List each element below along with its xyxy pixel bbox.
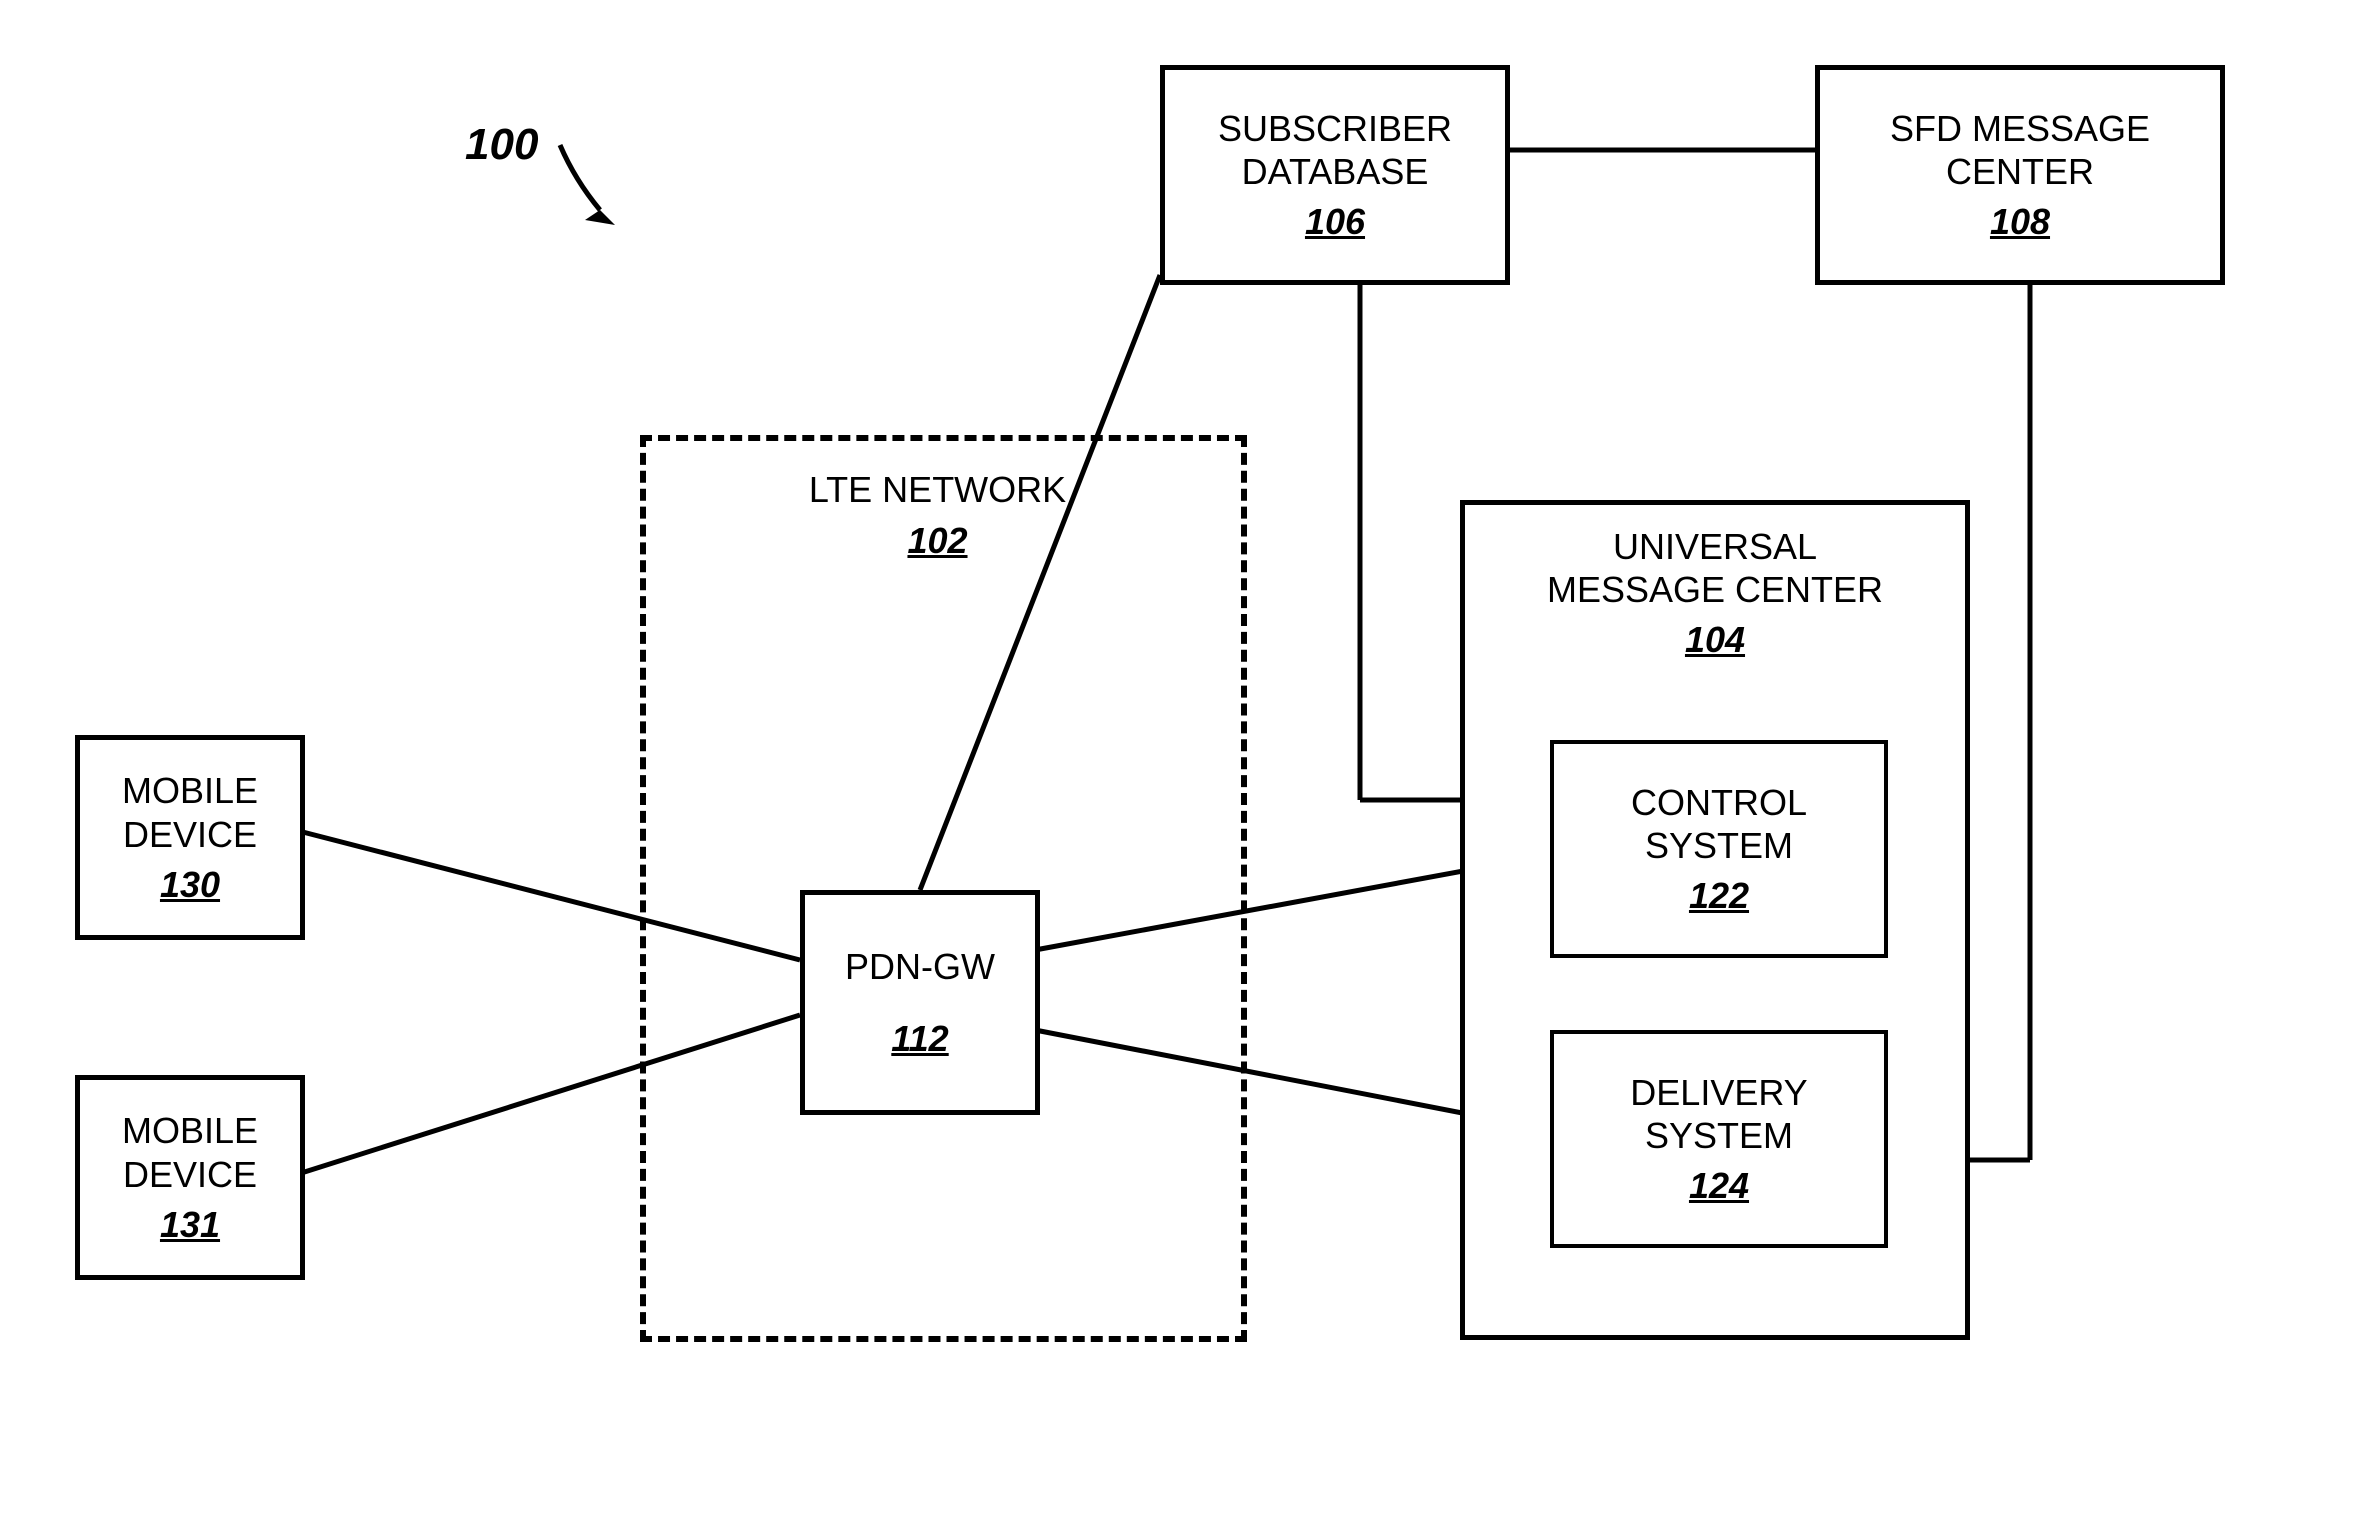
control-system-box: CONTROL SYSTEM 122 [1550,740,1888,958]
lte-network-title: LTE NETWORK [809,468,1066,511]
mobile-device-2-ref: 131 [160,1204,220,1246]
mobile-device-2-title-l2: DEVICE [123,1153,257,1196]
subscriber-db-ref: 106 [1305,201,1365,243]
subscriber-db-box: SUBSCRIBER DATABASE 106 [1160,65,1510,285]
subscriber-db-title-l1: SUBSCRIBER [1218,107,1452,150]
lte-network-container [640,435,1247,1342]
mobile-device-1-ref: 130 [160,864,220,906]
control-system-title-l2: SYSTEM [1645,824,1793,867]
universal-mc-title-l1: UNIVERSAL [1613,525,1817,568]
sfd-center-title-l1: SFD MESSAGE [1890,107,2150,150]
mobile-device-2-title-l1: MOBILE [122,1109,258,1152]
universal-mc-header: UNIVERSAL MESSAGE CENTER 104 [1465,525,1965,661]
delivery-system-ref: 124 [1689,1165,1749,1207]
pdn-gw-box: PDN-GW 112 [800,890,1040,1115]
universal-mc-title-l2: MESSAGE CENTER [1547,568,1883,611]
lte-network-ref: 102 [907,520,967,562]
delivery-system-title-l2: SYSTEM [1645,1114,1793,1157]
sfd-center-title-l2: CENTER [1946,150,2094,193]
mobile-device-1-box: MOBILE DEVICE 130 [75,735,305,940]
delivery-system-box: DELIVERY SYSTEM 124 [1550,1030,1888,1248]
sfd-center-box: SFD MESSAGE CENTER 108 [1815,65,2225,285]
universal-mc-ref: 104 [1685,619,1745,661]
mobile-device-2-box: MOBILE DEVICE 131 [75,1075,305,1280]
control-system-ref: 122 [1689,875,1749,917]
pdn-gw-title: PDN-GW [845,945,995,988]
sfd-center-ref: 108 [1990,201,2050,243]
lte-network-header: LTE NETWORK 102 [640,460,1235,570]
control-system-title-l1: CONTROL [1631,781,1807,824]
mobile-device-1-title-l2: DEVICE [123,813,257,856]
figure-arrow [545,130,635,240]
figure-label: 100 [465,120,538,170]
figure-label-text: 100 [465,120,538,169]
delivery-system-title-l1: DELIVERY [1630,1071,1807,1114]
subscriber-db-title-l2: DATABASE [1242,150,1429,193]
pdn-gw-ref: 112 [891,1018,948,1060]
mobile-device-1-title-l1: MOBILE [122,769,258,812]
